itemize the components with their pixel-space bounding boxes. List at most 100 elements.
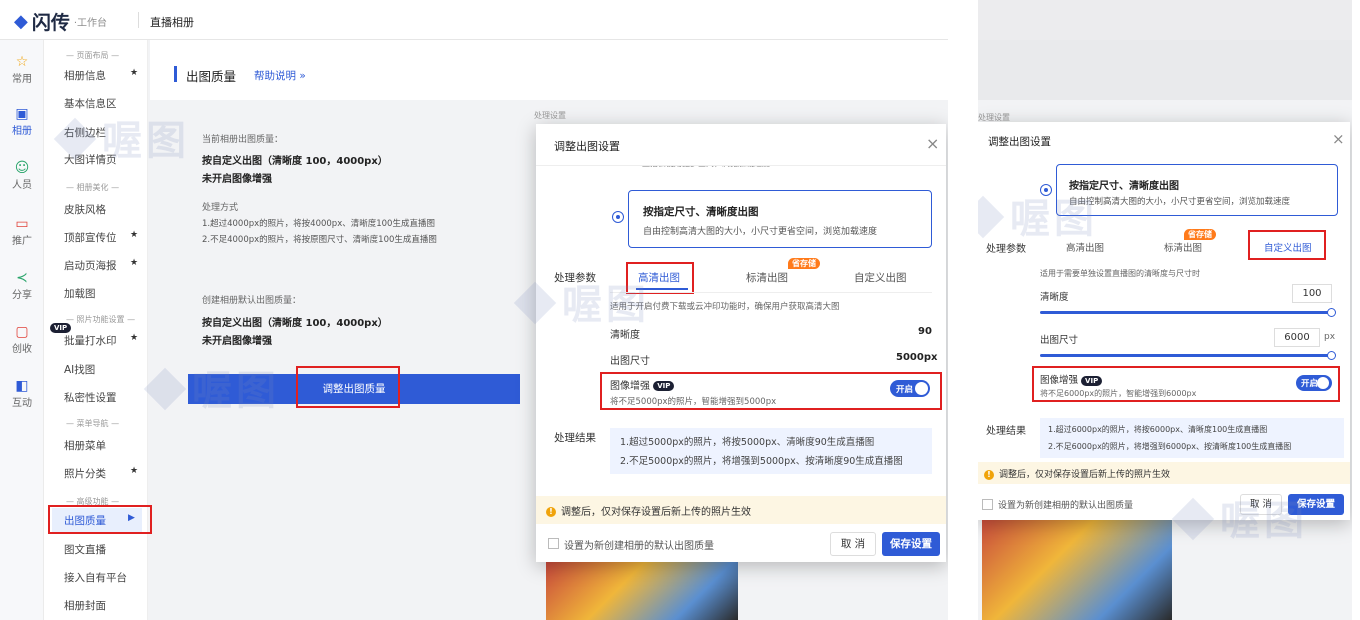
default-checkbox[interactable]	[548, 538, 559, 549]
subnav-group-menu: — 菜单导航 —	[66, 419, 120, 428]
default-checkbox-label: 设置为新创建相册的默认出图质量	[564, 541, 714, 552]
subnav-item[interactable]: 相册信息 ★	[64, 68, 138, 83]
watermark: 喔图	[978, 186, 1098, 244]
tab-sd[interactable]: 标清出图	[1164, 240, 1202, 254]
subnav-item[interactable]: AI找图	[64, 362, 95, 377]
size-unit: px	[1324, 332, 1336, 342]
subnav-item[interactable]: 接入自有平台	[64, 570, 127, 585]
highlight-enhance	[600, 372, 942, 410]
warning-icon: !	[546, 507, 556, 517]
icon-sidebar: ☆ 常用 ▣ 相册 ☺ 人员 ▭ 推广 ≺ 分享 ▢ 创收 ◧ 互动	[0, 40, 44, 620]
logo-sub: ·工作台	[73, 18, 108, 29]
result-label: 处理结果	[986, 426, 1026, 437]
save-button[interactable]: 保存设置	[882, 532, 940, 556]
default-checkbox[interactable]	[982, 499, 993, 510]
subnav-item[interactable]: 皮肤风格	[64, 202, 106, 217]
highlight-enhance	[1032, 366, 1340, 402]
size-slider[interactable]	[1040, 351, 1336, 360]
result-box: 1.超过5000px的照片，将按5000px、清晰度90生成直播图 2.不足50…	[610, 428, 932, 474]
tab-sd[interactable]: 标清出图	[746, 270, 788, 285]
people-icon: ☺	[14, 160, 30, 176]
size-label: 出图尺寸	[610, 356, 650, 367]
tabs-divider	[610, 292, 932, 293]
right-page-header	[978, 40, 1352, 100]
close-icon[interactable]: ×	[1332, 130, 1345, 148]
subnav-group-beautify: — 相册美化 —	[66, 183, 120, 192]
subnav-item[interactable]: 相册菜单	[64, 438, 106, 453]
subnav-item[interactable]: 启动页海报 ★	[64, 258, 138, 273]
subnav-item[interactable]: 照片分类 ★	[64, 466, 138, 481]
watermark: 喔图	[1171, 488, 1308, 546]
highlight-subnav	[48, 505, 152, 534]
save-storage-badge: 省存储	[788, 258, 820, 269]
page-header: 出图质量 帮助说明 »	[150, 40, 948, 100]
size-input[interactable]: 6000	[1274, 328, 1320, 347]
subnav-item[interactable]: 私密性设置	[64, 390, 117, 405]
subnav-item[interactable]: 批量打水印 ★	[64, 333, 138, 348]
share-icon: ≺	[16, 270, 28, 286]
iconbar-item-promote[interactable]: ▭ 推广	[0, 216, 44, 247]
clarity-input[interactable]: 100	[1292, 284, 1332, 303]
logo-diamond-icon: ◆	[14, 11, 28, 32]
brand-logo[interactable]: ◆ 闪传 ·工作台	[14, 8, 107, 35]
option-custom-size[interactable]: 按指定尺寸、清晰度出图 自由控制高清大图的大小，小尺寸更省空间，浏览加载速度	[628, 190, 932, 248]
subnav-item[interactable]: 图文直播	[64, 542, 106, 557]
notice-bar: ! 调整后，仅对保存设置后新上传的照片生效	[978, 462, 1350, 484]
clarity-label: 清晰度	[1040, 292, 1069, 303]
highlight-adjust-button	[296, 366, 400, 408]
iconbar-item-earn[interactable]: ▢ 创收	[0, 324, 44, 355]
subnav-item[interactable]: 加载图	[64, 286, 96, 301]
subnav-item[interactable]: 相册封面	[64, 598, 106, 613]
right-topbar	[978, 0, 1352, 40]
topbar-title: 直播相册	[150, 16, 194, 29]
size-value: 5000px	[896, 352, 938, 363]
notice-bar: ! 调整后，仅对保存设置后新上传的照片生效	[536, 496, 946, 524]
current-quality-card: 当前相册出图质量： 按自定义出图（清晰度 100，4000px） 未开启图像增强…	[188, 114, 520, 262]
subnav-group-layout: — 页面布局 —	[66, 51, 120, 60]
page-title: 出图质量	[186, 69, 237, 84]
clarity-value: 90	[918, 326, 932, 337]
output-settings-dialog: 调整出图设置 × 直播云使用更多空间，浏览加载速度 按指定尺寸、清晰度出图 自由…	[536, 124, 946, 562]
tab-custom[interactable]: 自定义出图	[854, 270, 907, 285]
cancel-button[interactable]: 取 消	[830, 532, 876, 556]
left-screenshot: ◆ 闪传 ·工作台 直播相册 ☆ 常用 ▣ 相册 ☺ 人员 ▭ 推广 ≺ 分享 ▢ 创收 ◧…	[0, 0, 948, 620]
result-box: 1.超过6000px的照片，将按6000px、清晰度100生成直播图 2.不足6…	[1040, 418, 1344, 458]
help-link[interactable]: 帮助说明 »	[254, 68, 306, 83]
watermark: 喔图	[143, 358, 280, 416]
slider-handle	[1327, 308, 1336, 317]
tab-hint: 适用于需要单独设置直播图的清晰度与尺寸时	[1040, 269, 1200, 278]
logo-brand: 闪传	[31, 12, 70, 34]
close-icon[interactable]: ×	[926, 134, 939, 153]
option-radio-checked[interactable]	[612, 211, 624, 223]
subnav-item[interactable]: 顶部宣传位 ★	[64, 230, 138, 245]
watermark: 喔图	[513, 272, 650, 330]
subnav-group-photo: — 照片功能设置 —	[66, 315, 136, 324]
dialog-title: 调整出图设置	[554, 140, 620, 153]
album-icon: ▣	[15, 106, 29, 122]
output-settings-dialog: 调整出图设置 × 按指定尺寸、清晰度出图 自由控制高清大图的大小，小尺寸更省空间…	[978, 122, 1350, 520]
option-custom-size[interactable]: 按指定尺寸、清晰度出图 自由控制高清大图的大小，小尺寸更省空间，浏览加载速度	[1056, 164, 1338, 216]
star-icon: ☆	[15, 54, 29, 70]
slider-handle	[1327, 351, 1336, 360]
iconbar-item-album[interactable]: ▣ 相册	[0, 106, 44, 137]
earn-icon: ▢	[15, 324, 29, 340]
highlight-tab	[1248, 230, 1326, 260]
size-label: 出图尺寸	[1040, 335, 1079, 346]
title-accent-bar	[174, 66, 177, 82]
clarity-slider[interactable]	[1040, 308, 1336, 317]
result-label: 处理结果	[554, 432, 596, 444]
topbar-divider	[138, 12, 139, 28]
save-storage-badge: 省存储	[1184, 229, 1216, 240]
peek-text: 处理设置	[534, 111, 566, 120]
top-bar: ◆ 闪传 ·工作台 直播相册	[0, 0, 948, 40]
iconbar-item-common[interactable]: ☆ 常用	[0, 54, 44, 85]
iconbar-item-interact[interactable]: ◧ 互动	[0, 378, 44, 409]
album-photo	[982, 514, 1172, 620]
dialog-header: 调整出图设置 ×	[536, 124, 946, 166]
iconbar-item-share[interactable]: ≺ 分享	[0, 270, 44, 301]
default-checkbox-label: 设置为新创建相册的默认出图质量	[998, 501, 1134, 511]
dialog-title: 调整出图设置	[988, 136, 1051, 148]
iconbar-item-people[interactable]: ☺ 人员	[0, 160, 44, 191]
album-photo	[546, 560, 738, 620]
right-screenshot: 处理设置 调整出图设置 × 按指定尺寸、清晰度出图 自由控制高清大图的大小，小尺…	[978, 0, 1352, 620]
